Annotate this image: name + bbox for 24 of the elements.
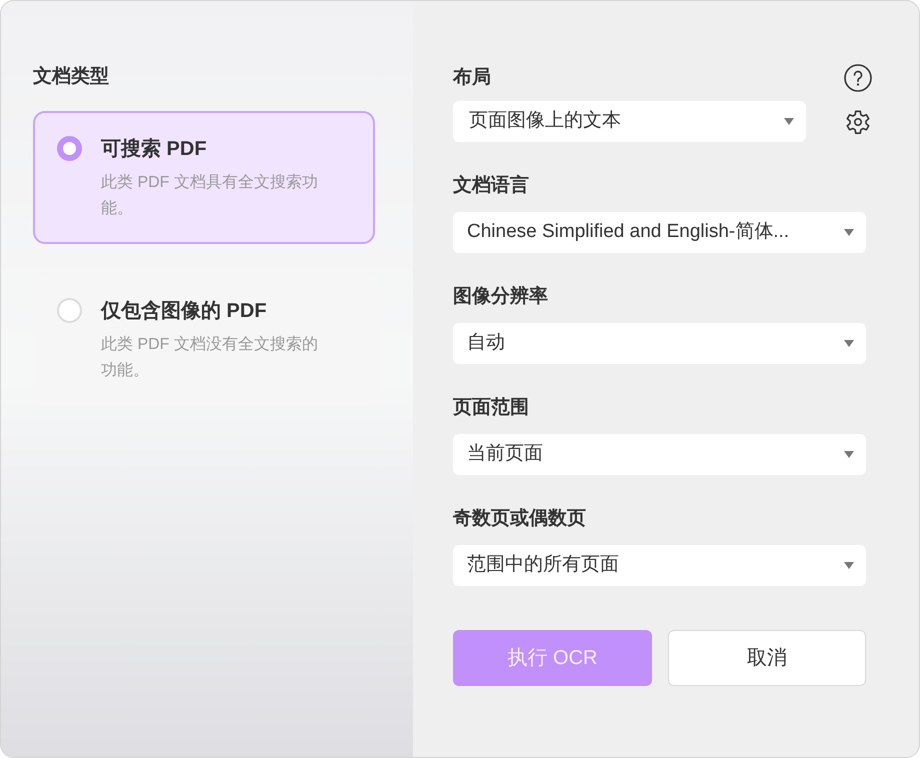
option-card[interactable]: 可搜索 PDF 此类 PDF 文档具有全文搜索功能。	[33, 111, 375, 244]
caret-icon	[844, 229, 854, 236]
caret-icon	[844, 340, 854, 347]
field-label: 图像分辨率	[453, 284, 549, 309]
option-title: 仅包含图像的 PDF	[101, 299, 268, 324]
dropdown[interactable]: 当前页面	[453, 434, 866, 475]
field-label: 奇数页或偶数页	[453, 507, 587, 531]
field-label: 页面范围	[453, 396, 530, 420]
dropdown[interactable]: 范围中的所有页面	[453, 545, 866, 586]
dropdown[interactable]: 自动	[453, 323, 866, 364]
caret-icon	[844, 562, 854, 569]
field-label: 布局	[453, 66, 491, 90]
layout-dropdown[interactable]: 页面图像上的文本	[453, 101, 806, 142]
caret-icon	[784, 118, 794, 125]
cancel-button[interactable]: 取消	[668, 630, 866, 686]
field-label: 文档语言	[453, 174, 530, 198]
caret-icon	[844, 451, 854, 458]
dropdown[interactable]: Chinese Simplified and English-简体...	[453, 212, 866, 253]
option-title: 可搜索 PDF	[101, 137, 208, 162]
option-description: 此类 PDF 文档没有全文搜索的功能。	[101, 334, 319, 381]
radio-button[interactable]	[57, 136, 82, 161]
option-description: 此类 PDF 文档具有全文搜索功能。	[101, 172, 319, 219]
section-title: 文档类型	[33, 64, 110, 89]
help-icon[interactable]	[843, 63, 873, 93]
